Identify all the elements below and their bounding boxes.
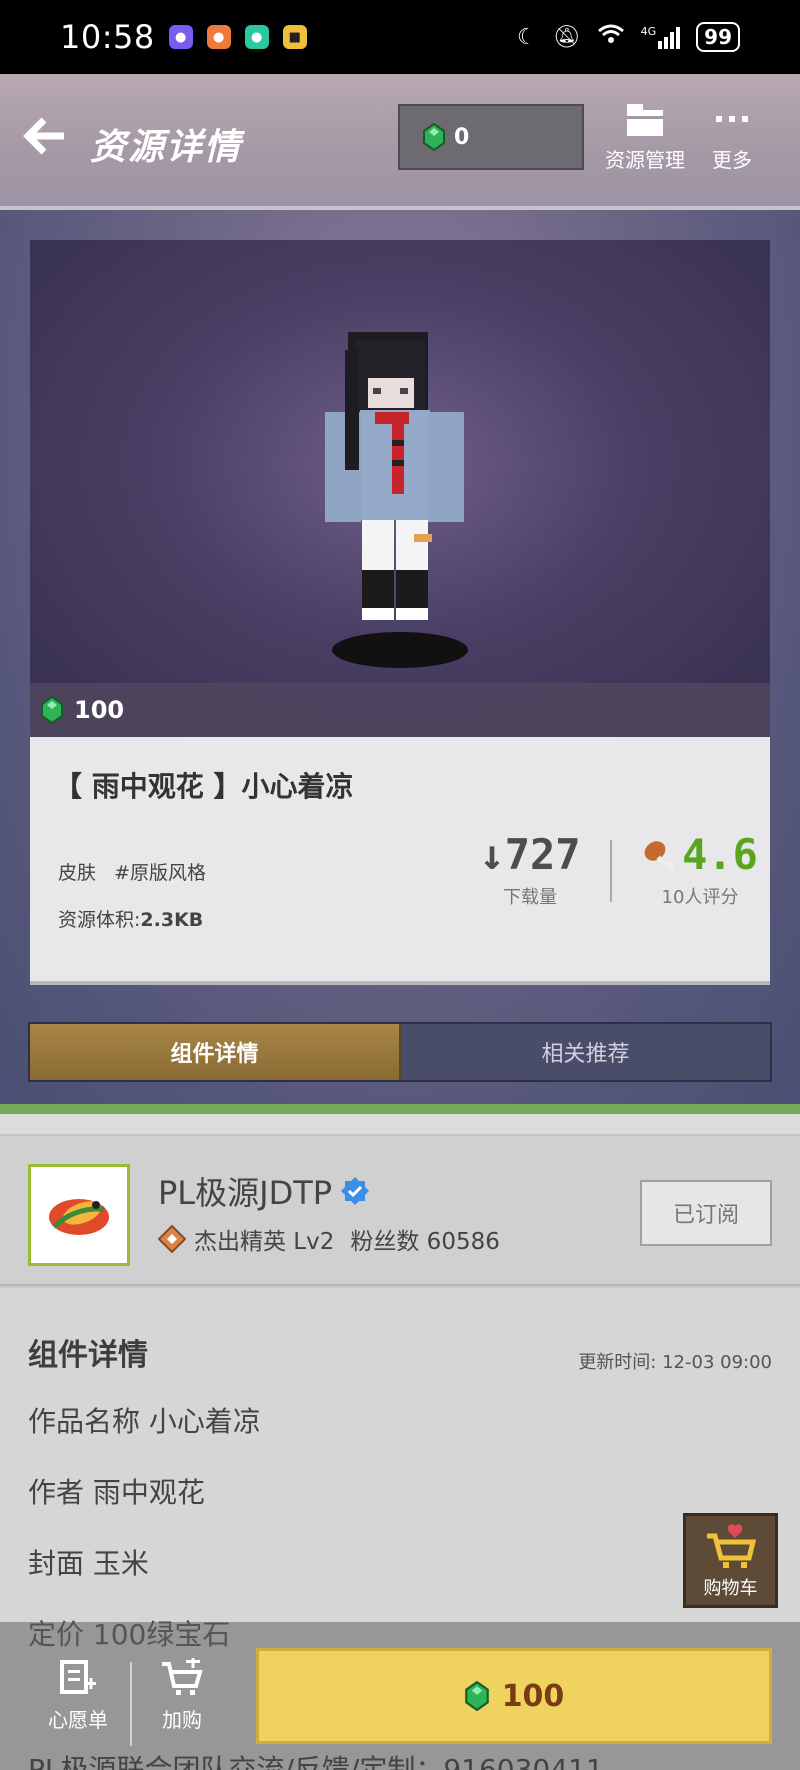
detail-line-cover: 封面 玉米 (28, 1547, 149, 1580)
product-title: 【 雨中观花 】小心着凉 (54, 770, 354, 803)
download-icon: ↓ (479, 830, 505, 879)
back-button[interactable] (22, 116, 72, 166)
product-tags: 皮肤 #原版风格 (58, 858, 206, 885)
author-name[interactable]: PL极源JDTP (158, 1168, 370, 1214)
corn-logo-icon (49, 1199, 109, 1235)
rating-score: 4.6 (642, 830, 758, 879)
add-cart-icon (162, 1658, 203, 1695)
wishlist-icon (60, 1660, 96, 1694)
price-strip: 100 (30, 683, 770, 737)
details-title: 组件详情 (28, 1338, 148, 1373)
skin-model-image (325, 332, 468, 668)
buy-price: 100 (501, 1678, 565, 1714)
add-to-cart-button[interactable]: 加购 (122, 1658, 242, 1733)
notification-app-icon: ● (168, 25, 193, 49)
rank-badge-icon (158, 1225, 186, 1253)
resource-manage-button[interactable]: 资源管理 (605, 102, 685, 173)
size-value: 2.3KB (140, 909, 204, 931)
download-label: 下载量 (503, 887, 557, 908)
subscribe-button[interactable]: 已订阅 (640, 1180, 772, 1246)
more-button[interactable]: 更多 (712, 102, 752, 173)
author-fans: 粉丝数 60586 (350, 1229, 500, 1255)
verified-badge-icon (341, 1177, 370, 1205)
tab-related-recommendations[interactable]: 相关推荐 (401, 1024, 770, 1080)
product-card: 100 【 雨中观花 】小心着凉 皮肤 #原版风格 资源体积:2.3KB ↓72… (30, 240, 770, 985)
emerald-icon (423, 123, 445, 151)
signal-icon: 4G (641, 25, 681, 49)
notification-app-icon: ● (244, 25, 269, 49)
header-bar: 资源详情 0 资源管理 更多 (0, 74, 800, 210)
notification-app-icon: ■ (282, 25, 307, 49)
tab-component-details[interactable]: 组件详情 (30, 1024, 401, 1080)
status-bar: 10:58 ● ● ● ■ ☾ 🔕︎ 4G 99 (0, 0, 800, 74)
wishlist-label: 心愿单 (48, 1708, 108, 1732)
page-title: 资源详情 (90, 127, 243, 168)
author-rank: 杰出精英 Lv2 (194, 1229, 335, 1255)
detail-line-author: 作者 雨中观花 (28, 1476, 205, 1509)
gem-balance[interactable]: 0 (398, 104, 584, 170)
update-time: 更新时间: 12-03 09:00 (578, 1352, 772, 1373)
author-name-text: PL极源JDTP (158, 1174, 333, 1212)
cart-label: 购物车 (703, 1577, 758, 1599)
cart-icon (706, 1523, 756, 1568)
download-value: 727 (504, 830, 581, 879)
add-cart-label: 加购 (162, 1708, 202, 1732)
download-count: ↓727 (465, 830, 595, 879)
resource-manage-label: 资源管理 (605, 148, 685, 172)
mute-icon: 🔕︎ (552, 24, 581, 50)
detail-line-name: 作品名称 小心着凉 (28, 1405, 261, 1438)
clock: 10:58 (60, 18, 155, 56)
resource-size: 资源体积:2.3KB (58, 905, 203, 932)
battery-level: 99 (704, 25, 732, 49)
wifi-icon (597, 23, 625, 51)
battery-indicator: 99 (696, 22, 740, 52)
rating-stat[interactable]: 4.6 10人评分 (630, 830, 770, 909)
wishlist-button[interactable]: 心愿单 (18, 1658, 138, 1733)
divider-green (0, 1104, 800, 1114)
divider-light (0, 1114, 800, 1136)
detail-tabs: 组件详情 相关推荐 (28, 1022, 772, 1082)
shopping-cart-button[interactable]: 购物车 (683, 1513, 778, 1608)
stat-divider (610, 840, 612, 902)
arrow-left-icon (23, 117, 64, 155)
more-label: 更多 (712, 148, 752, 172)
emerald-icon (464, 1681, 489, 1711)
gem-count: 0 (454, 124, 470, 150)
buy-button[interactable]: 100 (256, 1648, 772, 1744)
folder-icon (627, 104, 663, 136)
footer-contact-text: PL极源联合团队交流/反馈/定制：916030411 (28, 1753, 604, 1770)
network-type: 4G (640, 25, 657, 38)
author-avatar[interactable] (28, 1164, 130, 1266)
rating-label: 10人评分 (661, 887, 739, 908)
download-stat: ↓727 下载量 (465, 830, 595, 909)
category-tag[interactable]: 皮肤 (58, 862, 96, 884)
style-tag[interactable]: #原版风格 (114, 862, 206, 884)
size-label: 资源体积: (58, 909, 141, 931)
moon-icon: ☾ (516, 24, 537, 50)
skin-preview[interactable] (30, 240, 770, 737)
author-meta: 杰出精英 Lv2 粉丝数 60586 (158, 1222, 500, 1256)
rating-value: 4.6 (682, 830, 758, 879)
emerald-icon (41, 696, 63, 724)
more-icon (716, 116, 748, 122)
author-section: PL极源JDTP 杰出精英 Lv2 粉丝数 60586 已订阅 (0, 1136, 800, 1286)
drumstick-icon (644, 840, 675, 870)
notification-app-icon: ● (206, 25, 231, 49)
price-value: 100 (74, 696, 125, 724)
